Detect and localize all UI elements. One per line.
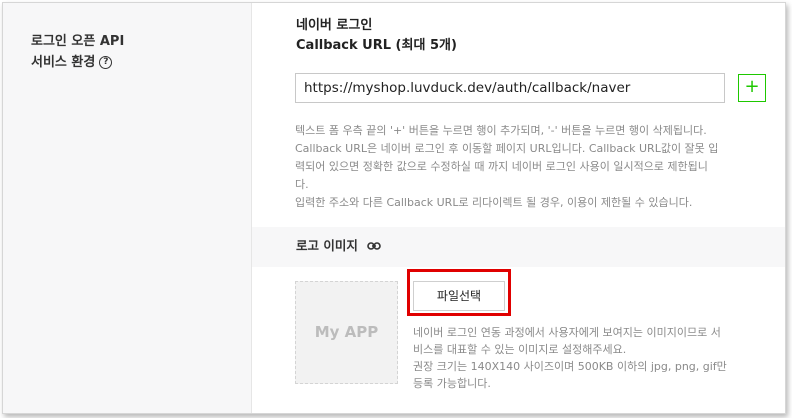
logo-title-text: 로고 이미지 bbox=[296, 238, 358, 253]
content-column: 네이버 로그인 Callback URL (최대 5개) + 텍스트 폼 우측 … bbox=[252, 3, 785, 413]
section-label: 로그인 오픈 API 서비스 환경? bbox=[31, 31, 241, 73]
bottom-fade bbox=[252, 391, 785, 413]
section-label-line1: 로그인 오픈 API bbox=[31, 34, 125, 49]
label-column: 로그인 오픈 API 서비스 환경? bbox=[3, 3, 252, 413]
callback-title-line1: 네이버 로그인 bbox=[296, 18, 373, 33]
file-select-button[interactable]: 파일선택 bbox=[413, 281, 505, 311]
settings-panel: 로그인 오픈 API 서비스 환경? 네이버 로그인 Callback URL … bbox=[2, 2, 786, 414]
section-label-text: 서비스 환경 bbox=[31, 55, 96, 70]
callback-help-text: 텍스트 폼 우측 끝의 '+' 버튼을 누르면 행이 추가되며, '-' 버튼을… bbox=[295, 124, 719, 209]
add-url-button[interactable]: + bbox=[738, 74, 766, 102]
callback-title-line2: Callback URL (최대 5개) bbox=[296, 38, 457, 53]
callback-title: 네이버 로그인 Callback URL (최대 5개) bbox=[296, 16, 457, 56]
help-icon[interactable]: ? bbox=[99, 56, 113, 69]
callback-url-input[interactable] bbox=[295, 73, 725, 103]
link-icon[interactable] bbox=[367, 237, 382, 257]
section-label-line2: 서비스 환경? bbox=[31, 52, 241, 73]
logo-image-placeholder: My APP bbox=[295, 281, 398, 384]
logo-help-text: 네이버 로그인 연동 과정에서 사용자에게 보여지는 이미지이므로 서 비스를 … bbox=[413, 326, 727, 390]
logo-title: 로고 이미지 bbox=[296, 236, 382, 257]
